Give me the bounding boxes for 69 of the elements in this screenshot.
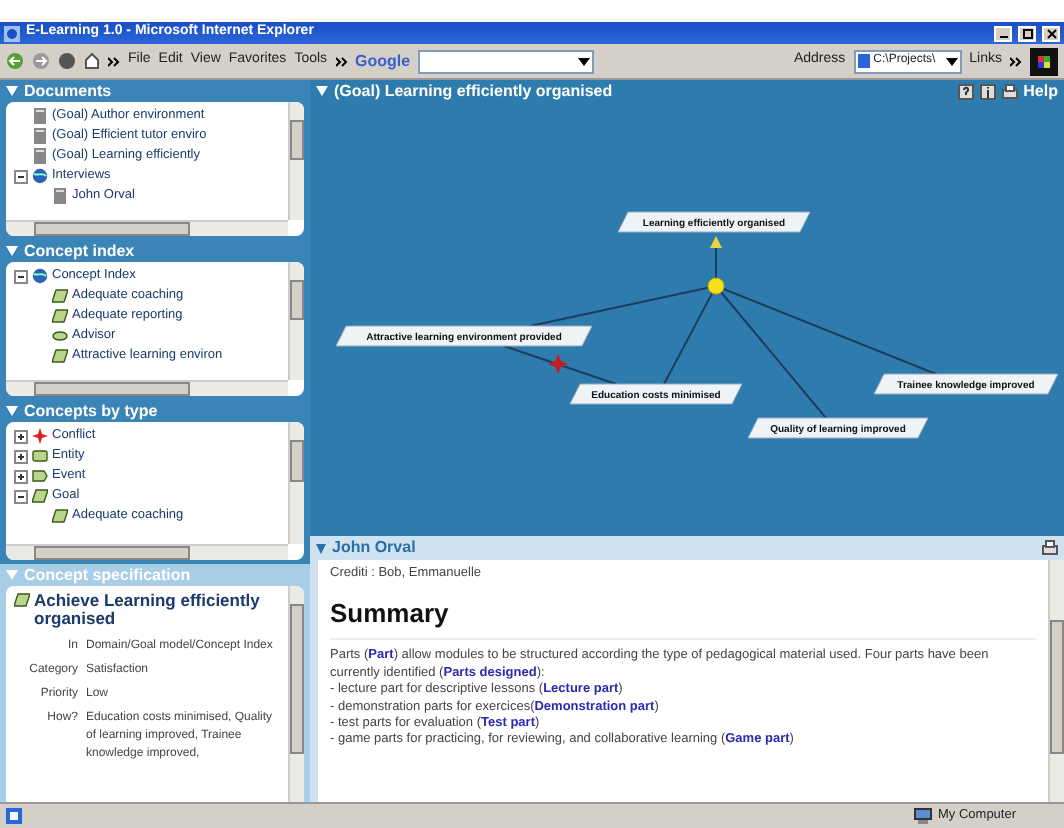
minimize-button[interactable] (994, 25, 1012, 41)
expand-icon[interactable] (14, 449, 28, 463)
scrollbar[interactable] (288, 262, 304, 380)
collapse-icon[interactable] (14, 489, 28, 503)
collapse-arrow-icon[interactable] (6, 246, 18, 256)
panel-title: (Goal) Learning efficiently organised (334, 79, 613, 103)
home-icon[interactable] (84, 52, 100, 70)
entity-icon (32, 448, 48, 464)
panel-title: Concept specification (24, 563, 191, 587)
chevron-icon[interactable] (1010, 55, 1022, 67)
conflict-icon (32, 428, 48, 444)
maximize-button[interactable] (1018, 25, 1036, 41)
document-icon (32, 148, 48, 164)
document-heading: Summary (330, 593, 1036, 641)
collapse-icon[interactable] (14, 169, 28, 183)
document-icon (52, 188, 68, 204)
expand-icon[interactable] (14, 429, 28, 443)
scrollbar[interactable] (288, 102, 304, 220)
close-button[interactable] (1042, 25, 1060, 41)
scrollbar[interactable] (1048, 560, 1064, 802)
panel-title: John Orval (332, 536, 416, 560)
refresh-icon[interactable] (58, 52, 76, 70)
scrollbar[interactable] (6, 544, 288, 560)
document-icon (32, 108, 48, 124)
forward-icon[interactable] (32, 52, 50, 70)
dropdown-icon (578, 55, 591, 67)
goal-icon (52, 348, 68, 364)
print-icon[interactable] (1001, 83, 1018, 99)
junction-node[interactable] (707, 277, 725, 295)
scrollbar[interactable] (6, 220, 288, 236)
help-icon[interactable] (957, 83, 974, 99)
chevron-icon[interactable] (335, 55, 348, 67)
search-field[interactable] (418, 49, 595, 73)
goal-icon (14, 592, 30, 608)
dropdown-icon (945, 55, 958, 67)
connector-line (503, 345, 617, 385)
actor-icon (52, 328, 68, 344)
page-icon (857, 54, 870, 68)
print-icon[interactable] (1042, 540, 1058, 556)
panel-title: Documents (24, 79, 112, 103)
globe-icon (32, 168, 48, 184)
event-icon (32, 468, 48, 484)
scrollbar[interactable] (288, 586, 304, 802)
back-icon[interactable] (6, 52, 24, 70)
page-icon (6, 808, 22, 824)
arrow (710, 236, 722, 281)
scrollbar[interactable] (288, 422, 304, 544)
scrollbar[interactable] (6, 380, 288, 396)
close-icon (1045, 27, 1057, 39)
expand-icon[interactable] (14, 469, 28, 483)
info-icon[interactable] (979, 83, 996, 99)
document-icon (32, 128, 48, 144)
search-label[interactable]: Google (355, 49, 411, 73)
maximize-icon (1021, 27, 1033, 39)
chevron-icon[interactable] (108, 55, 120, 67)
concept-title: Achieve Learning efficiently organised (34, 592, 262, 630)
collapse-icon[interactable] (14, 269, 28, 283)
windows-logo-icon (1030, 47, 1058, 75)
conflict-icon (548, 354, 568, 374)
collapse-arrow-icon[interactable] (6, 406, 18, 416)
browser-icon (4, 25, 20, 41)
panel-title: Concepts by type (24, 399, 158, 423)
globe-icon (32, 268, 48, 284)
collapse-arrow-icon[interactable] (316, 543, 326, 553)
collapse-arrow-icon[interactable] (316, 86, 328, 96)
computer-icon (914, 808, 932, 824)
help-link[interactable]: Help (1023, 79, 1058, 103)
collapse-arrow-icon[interactable] (6, 86, 18, 96)
panel-title: Concept index (24, 239, 135, 263)
